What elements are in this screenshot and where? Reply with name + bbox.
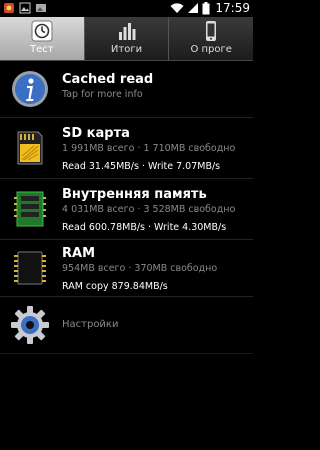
tab-about[interactable]: О проге bbox=[169, 17, 253, 60]
signal-icon bbox=[188, 3, 199, 13]
sd-card-title: SD карта bbox=[62, 126, 130, 141]
gallery-notification-icon bbox=[36, 4, 46, 12]
memory-module-icon bbox=[14, 191, 46, 227]
list-item-internal-memory[interactable]: Внутренняя память 4 031MB всего · 3 528M… bbox=[0, 179, 253, 240]
tab-results[interactable]: Итоги bbox=[85, 17, 170, 60]
chip-icon bbox=[14, 251, 46, 285]
image-notification-icon bbox=[19, 2, 31, 14]
ram-capacity: 954MB всего · 370MB свободно bbox=[62, 263, 218, 274]
sd-card-speed: Read 31.45MB/s · Write 7.07MB/s bbox=[62, 161, 221, 172]
settings-label: Настройки bbox=[62, 319, 119, 330]
info-icon bbox=[12, 71, 48, 107]
ram-title: RAM bbox=[62, 246, 96, 261]
status-bar: 17:59 bbox=[0, 0, 253, 17]
tab-about-label: О проге bbox=[190, 44, 232, 55]
tab-test[interactable]: Тест bbox=[0, 17, 85, 60]
list-item-cached-read[interactable]: Cached read Tap for more info bbox=[0, 62, 253, 118]
bar-chart-icon bbox=[118, 23, 135, 40]
tab-bar: Тест Итоги О проге bbox=[0, 17, 253, 61]
sd-card-capacity: 1 991MB всего · 1 710MB свободно bbox=[62, 143, 236, 154]
internal-memory-capacity: 4 031MB всего · 3 528MB свободно bbox=[62, 204, 236, 215]
cached-read-title: Cached read bbox=[62, 72, 154, 87]
gear-icon bbox=[11, 306, 49, 344]
phone-icon bbox=[206, 21, 217, 41]
ram-speed: RAM copy 879.84MB/s bbox=[62, 281, 168, 292]
cached-read-subtitle: Tap for more info bbox=[62, 89, 143, 100]
sd-card-icon bbox=[17, 131, 43, 165]
list-item-settings[interactable]: Настройки bbox=[0, 297, 253, 354]
app-notification-icon bbox=[4, 3, 14, 13]
internal-memory-title: Внутренняя память bbox=[62, 187, 207, 202]
list-item-sd-card[interactable]: SD карта 1 991MB всего · 1 710MB свободн… bbox=[0, 118, 253, 179]
status-time: 17:59 bbox=[215, 1, 250, 15]
tab-results-label: Итоги bbox=[110, 44, 143, 55]
gauge-icon bbox=[31, 20, 53, 42]
tab-test-label: Тест bbox=[30, 44, 54, 55]
wifi-icon bbox=[170, 3, 184, 13]
test-list: Cached read Tap for more info SD карта 1… bbox=[0, 62, 253, 354]
battery-icon bbox=[202, 1, 210, 14]
internal-memory-speed: Read 600.78MB/s · Write 4.30MB/s bbox=[62, 222, 227, 233]
list-item-ram[interactable]: RAM 954MB всего · 370MB свободно RAM cop… bbox=[0, 240, 253, 297]
